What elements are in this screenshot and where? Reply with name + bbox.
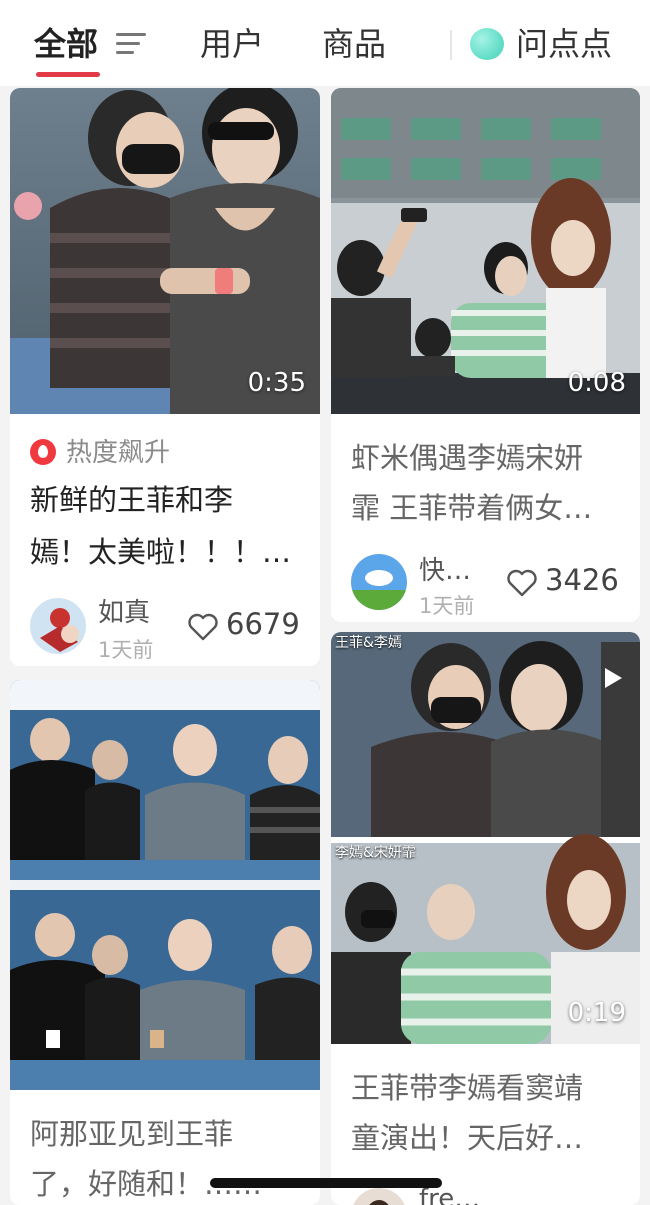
video-thumbnail[interactable]: 0:35	[10, 88, 320, 414]
card-title-line: 王菲带李嫣看窦靖	[351, 1071, 584, 1105]
like-count: 3426	[545, 563, 619, 597]
video-duration: 0:08	[567, 368, 626, 398]
post-time: 1天前	[419, 594, 475, 618]
note-card[interactable]: 0:08 虾米偶遇李嫣宋妍 霏 王菲带着俩女… 快… 1天前 3426	[331, 88, 640, 622]
author-avatar[interactable]	[351, 554, 407, 610]
like-count: 6679	[226, 607, 300, 641]
note-card[interactable]: 王菲&李嫣 李嫣&宋妍霏 0:19 王菲带李嫣看窦靖 童演出！天后好… fre…	[331, 632, 640, 1205]
thumbnail-image	[331, 88, 640, 414]
card-title-line: 新鲜的王菲和李	[30, 483, 234, 517]
note-card[interactable]: 0:35 热度飙升 新鲜的王菲和李 嫣！太美啦！！！… 如真 1天前 6679	[10, 88, 320, 666]
fire-icon	[30, 439, 56, 465]
thumbnail-image	[10, 88, 320, 414]
video-thumbnail[interactable]: 王菲&李嫣 李嫣&宋妍霏 0:19	[331, 632, 640, 1044]
thumbnail-image	[331, 632, 640, 1044]
trending-badge: 热度飙升	[30, 432, 170, 469]
heart-icon[interactable]	[188, 613, 218, 641]
search-tab-bar: 全部 用户 商品 问点点	[0, 0, 650, 86]
filter-icon[interactable]	[116, 31, 146, 57]
video-duration: 0:35	[247, 368, 306, 398]
thumbnail-image	[10, 680, 320, 1090]
card-title-line: 虾米偶遇李嫣宋妍	[351, 441, 584, 475]
photo-caption: 李嫣&宋妍霏	[335, 845, 416, 861]
author-name[interactable]: 如真	[98, 592, 150, 629]
home-indicator[interactable]	[210, 1178, 442, 1188]
tab-products[interactable]: 商品	[322, 22, 386, 66]
card-title-line: 嫣！太美啦！！！…	[30, 535, 292, 569]
author-avatar[interactable]	[351, 1188, 407, 1205]
video-duration: 0:19	[567, 998, 626, 1028]
heart-icon[interactable]	[507, 569, 537, 597]
card-title-line: 霏 王菲带着俩女…	[351, 491, 593, 525]
author-avatar[interactable]	[30, 598, 86, 654]
card-title-line: 阿那亚见到王菲	[30, 1117, 234, 1151]
post-time: 1天前	[98, 638, 154, 662]
trending-label: 热度飙升	[66, 438, 171, 468]
photo-caption: 王菲&李嫣	[335, 635, 402, 651]
video-thumbnail[interactable]: 0:08	[331, 88, 640, 414]
note-card[interactable]: 阿那亚见到王菲 了，好随和！……	[10, 680, 320, 1205]
play-icon	[605, 668, 622, 688]
author-name[interactable]: 快…	[419, 550, 471, 587]
ai-assistant-icon[interactable]	[470, 28, 504, 60]
tab-all[interactable]: 全部	[34, 22, 98, 66]
image-thumbnail[interactable]	[10, 680, 320, 1090]
active-tab-indicator	[36, 72, 100, 77]
tab-divider	[450, 30, 452, 60]
tab-users[interactable]: 用户	[200, 22, 264, 66]
tab-ask-ai[interactable]: 问点点	[516, 22, 612, 66]
card-title-line: 童演出！天后好…	[351, 1121, 584, 1155]
